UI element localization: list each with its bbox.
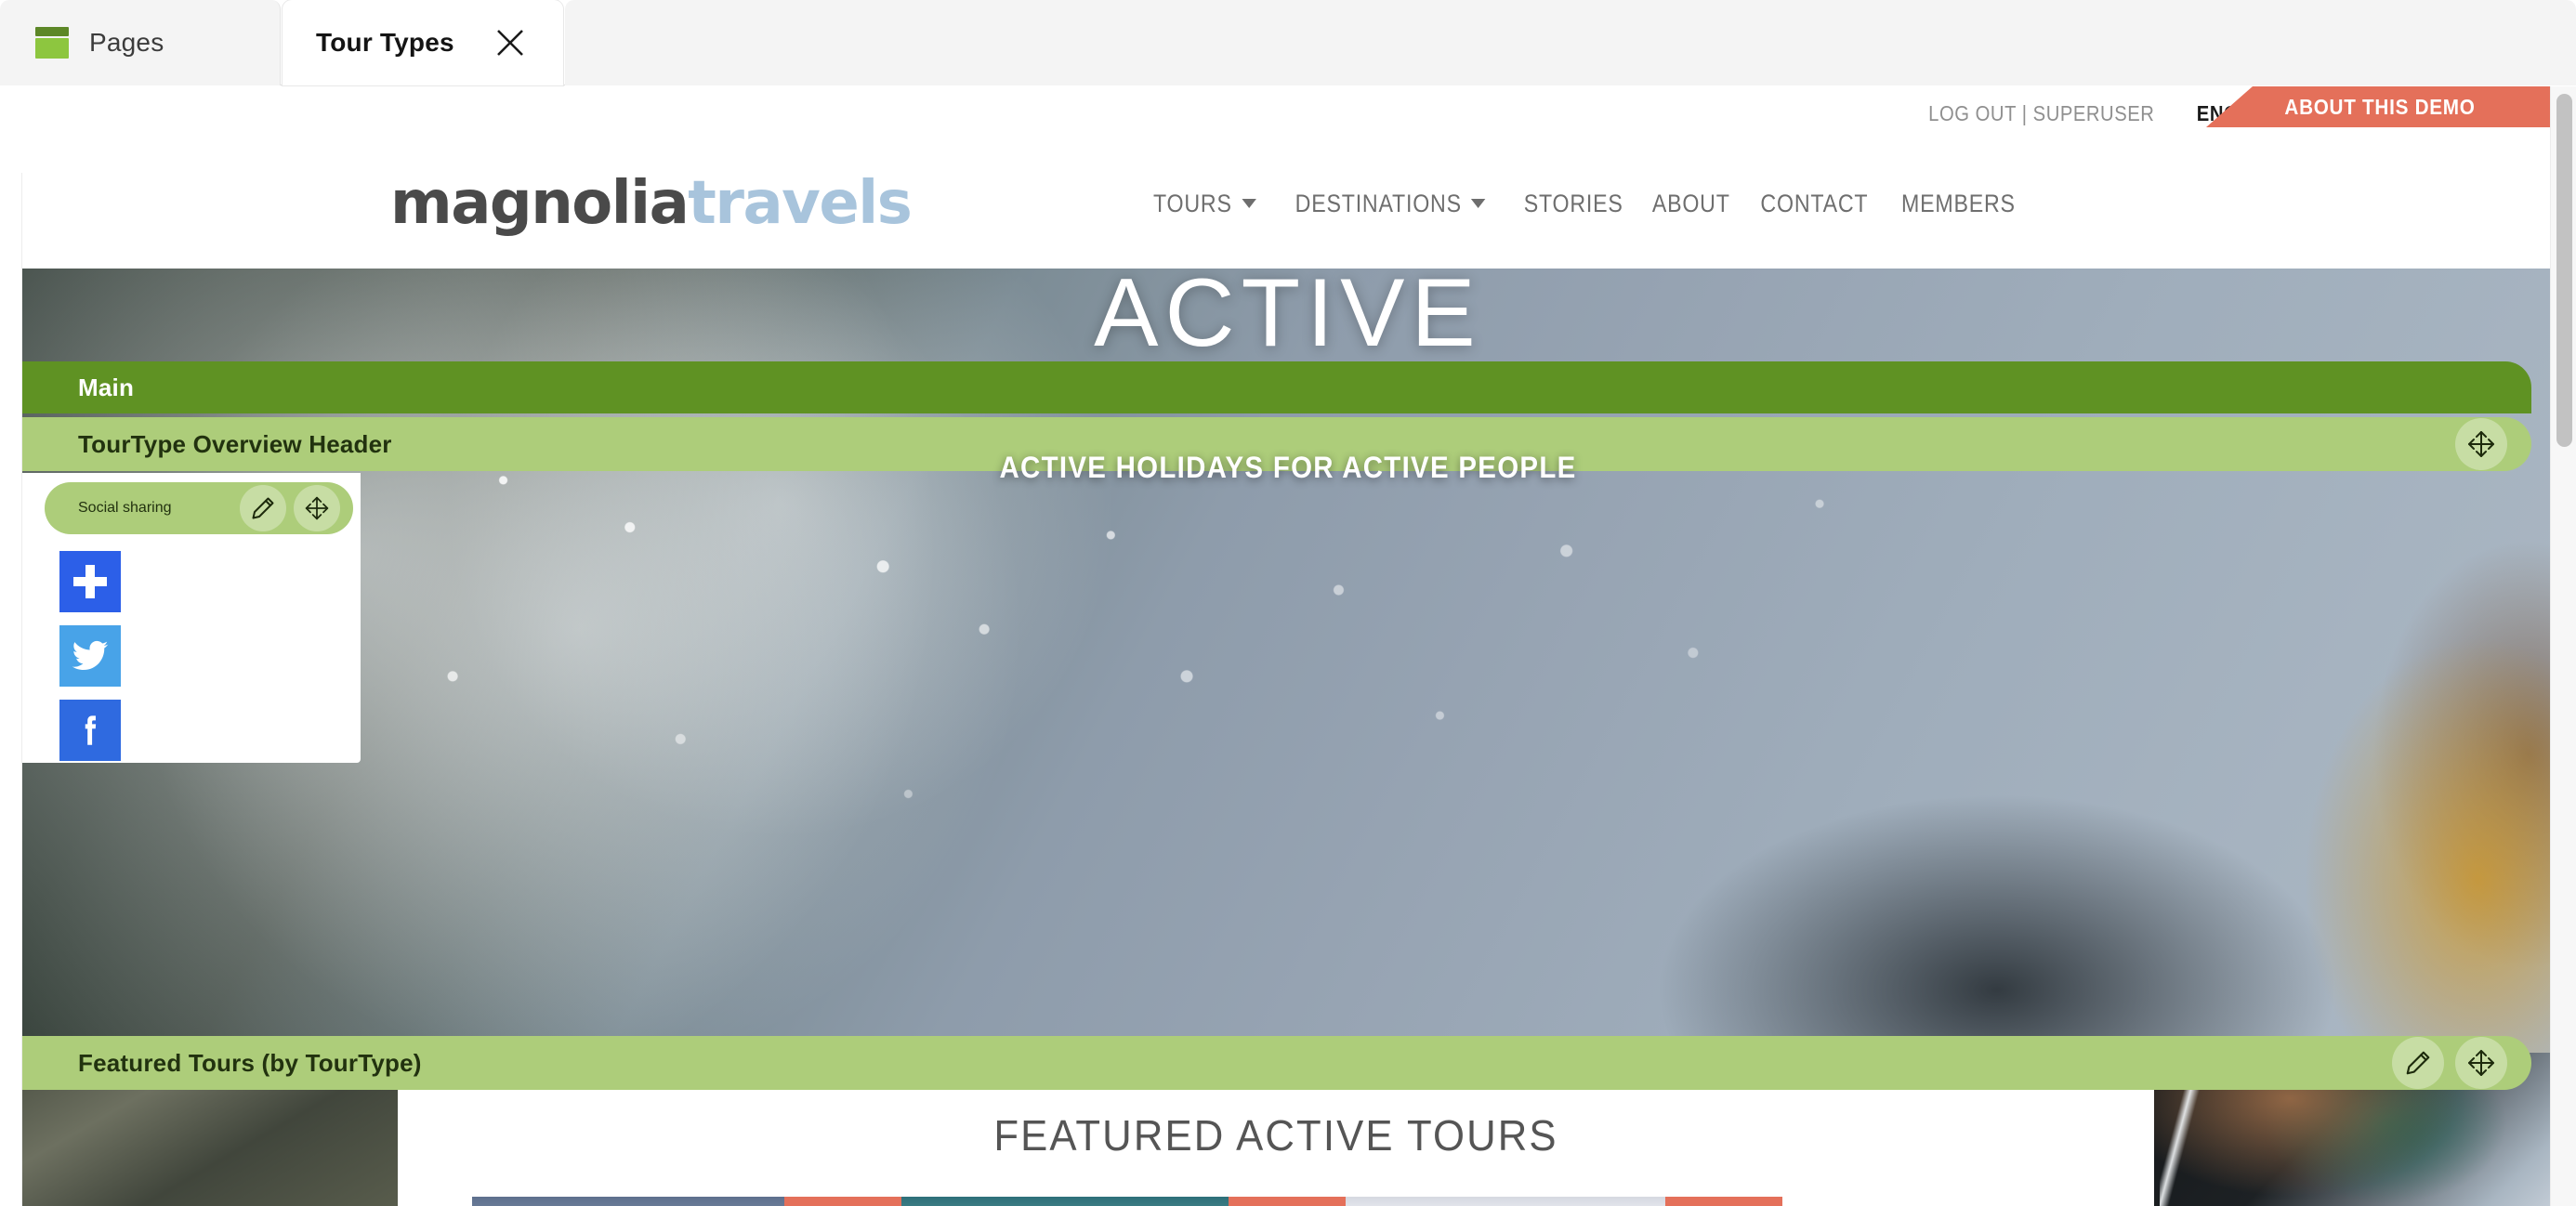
editor-component-featured-tours[interactable]: Featured Tours (by TourType): [22, 1036, 2531, 1090]
chevron-down-icon: [1242, 199, 1256, 208]
editor-area-main[interactable]: Main: [22, 361, 2531, 413]
move-icon[interactable]: [2455, 1037, 2507, 1089]
pencil-icon[interactable]: [2392, 1037, 2444, 1089]
about-this-demo-label: ABOUT THIS DEMO: [2284, 94, 2476, 119]
twitter-share-icon[interactable]: [59, 625, 121, 687]
tour-card[interactable]: [1346, 1197, 1782, 1206]
facebook-share-icon[interactable]: [59, 700, 121, 761]
brand-name-primary: magnolia: [390, 169, 690, 238]
tour-card[interactable]: [901, 1197, 1346, 1206]
nav-item-members-label: MEMBERS: [1900, 189, 2016, 217]
editor-area-main-label: Main: [78, 373, 135, 401]
pencil-icon[interactable]: [240, 485, 286, 531]
page-preview-viewport: LOG OUT | SUPERUSER ENGLISH | GERMAN ABO…: [0, 86, 2576, 1206]
main-navigation: TOURS DESTINATIONS STORIES ABOUT CONTACT: [1137, 138, 2031, 269]
editor-featured-actions: [2392, 1037, 2531, 1089]
tour-card-accent: [1229, 1197, 1346, 1206]
editor-component-social-label: Social sharing: [78, 500, 172, 516]
page-scrollbar-thumb[interactable]: [2556, 94, 2572, 447]
about-this-demo-button[interactable]: ABOUT THIS DEMO: [2206, 86, 2554, 127]
nav-item-tours[interactable]: TOURS: [1147, 190, 1262, 218]
page-scrollbar[interactable]: [2550, 86, 2576, 1206]
tab-tour-types[interactable]: Tour Types: [283, 0, 563, 85]
move-icon[interactable]: [2455, 418, 2507, 470]
social-share-buttons: [59, 551, 121, 774]
pages-icon: [35, 27, 69, 59]
tab-tour-types-label: Tour Types: [316, 28, 454, 57]
tab-pages-label: Pages: [89, 28, 164, 57]
editor-component-social-sharing[interactable]: Social sharing: [45, 482, 353, 534]
chevron-down-icon: [1470, 199, 1486, 208]
editor-social-sharing-panel: Social sharing: [22, 473, 361, 763]
brand-logo[interactable]: magnoliatravels: [390, 174, 913, 233]
tour-card-accent: [784, 1197, 901, 1206]
nav-item-about[interactable]: ABOUT: [1646, 190, 1737, 218]
tour-card-list: [472, 1197, 2089, 1206]
nav-item-contact[interactable]: CONTACT: [1754, 190, 1874, 218]
site-header: magnoliatravels TOURS DESTINATIONS STORI…: [22, 138, 2554, 358]
hero-subtitle: ACTIVE HOLIDAYS FOR ACTIVE PEOPLE: [999, 451, 1577, 484]
nav-item-destinations[interactable]: DESTINATIONS: [1288, 190, 1492, 218]
nav-item-tours-label: TOURS: [1152, 189, 1232, 217]
editor-social-actions: [240, 485, 353, 531]
site-utility-bar: LOG OUT | SUPERUSER ENGLISH | GERMAN ABO…: [22, 86, 2554, 138]
app-tab-bar: Pages Tour Types: [0, 0, 2576, 85]
nav-item-stories-label: STORIES: [1523, 189, 1623, 217]
tour-card[interactable]: [472, 1197, 901, 1206]
account-links[interactable]: LOG OUT | SUPERUSER: [1928, 101, 2154, 126]
nav-item-contact-label: CONTACT: [1760, 189, 1869, 217]
close-icon[interactable]: [494, 27, 526, 59]
brand-name-secondary: travels: [688, 169, 913, 238]
addthis-share-icon[interactable]: [59, 551, 121, 612]
hero-title: ACTIVE: [1094, 269, 1482, 367]
nav-item-destinations-label: DESTINATIONS: [1295, 189, 1462, 217]
move-icon[interactable]: [294, 485, 340, 531]
tab-bar-filler: [565, 0, 2576, 85]
editor-component-featured-label: Featured Tours (by TourType): [78, 1048, 422, 1077]
page-left-rail: [0, 173, 22, 1206]
editor-header-actions: [2455, 418, 2531, 470]
tour-card-accent: [1665, 1197, 1782, 1206]
nav-item-about-label: ABOUT: [1652, 189, 1730, 217]
tab-pages[interactable]: Pages: [0, 0, 281, 85]
nav-item-members[interactable]: MEMBERS: [1895, 190, 2022, 218]
nav-item-stories[interactable]: STORIES: [1518, 190, 1630, 218]
featured-tours-heading: FEATURED ACTIVE TOURS: [993, 1111, 1558, 1160]
